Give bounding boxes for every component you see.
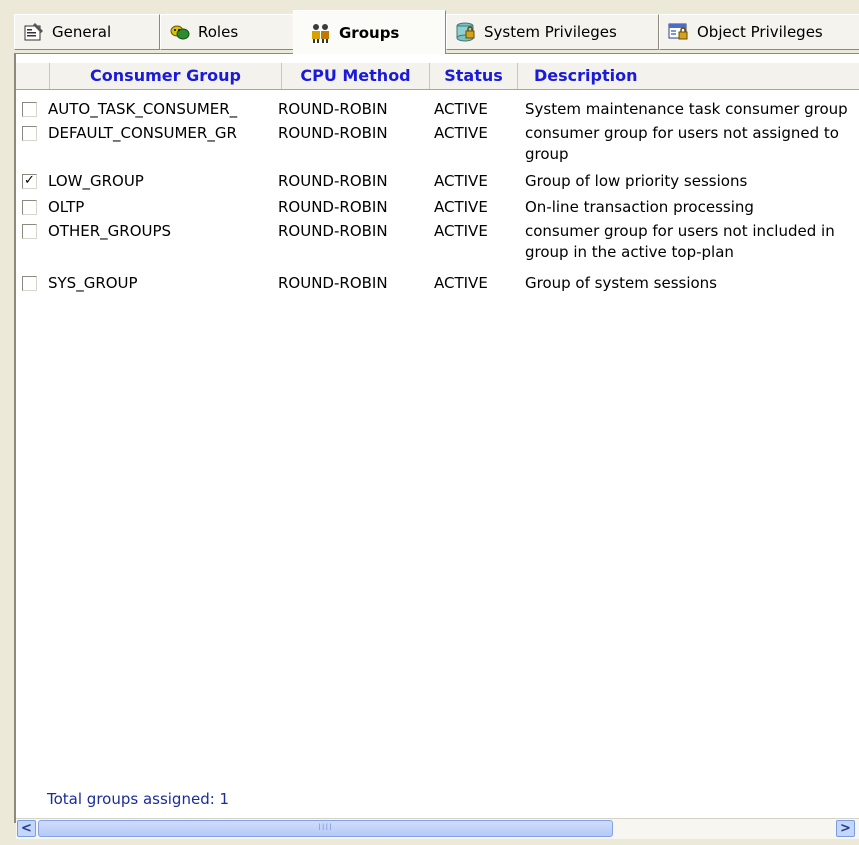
tab-general-label: General — [52, 23, 112, 41]
table-row[interactable]: ✓ LOW_GROUP ROUND-ROBIN ACTIVE Group of … — [16, 171, 859, 193]
chevron-left-icon: < — [21, 821, 32, 836]
cell-status: ACTIVE — [434, 274, 488, 292]
column-header-cpu-method[interactable]: CPU Method — [282, 63, 430, 89]
scrollbar-thumb[interactable]: IIII — [38, 820, 613, 837]
cell-consumer-group: LOW_GROUP — [48, 172, 144, 190]
row-checkbox[interactable] — [22, 102, 37, 117]
cell-consumer-group: OTHER_GROUPS — [48, 222, 172, 240]
cell-cpu-method: ROUND-ROBIN — [278, 222, 388, 240]
cell-cpu-method: ROUND-ROBIN — [278, 198, 388, 216]
column-header-status[interactable]: Status — [430, 63, 518, 89]
cell-consumer-group: OLTP — [48, 198, 85, 216]
cell-cpu-method: ROUND-ROBIN — [278, 172, 388, 190]
row-checkbox[interactable] — [22, 126, 37, 141]
row-checkbox[interactable] — [22, 200, 37, 215]
cell-description: consumer group for users not included in… — [525, 222, 835, 261]
tab-object-privileges[interactable]: Object Privileges — [659, 14, 859, 50]
cell-status: ACTIVE — [434, 198, 488, 216]
tab-roles[interactable]: Roles — [160, 14, 294, 50]
table-row[interactable]: OTHER_GROUPS ROUND-ROBIN ACTIVE consumer… — [16, 221, 859, 265]
object-privileges-icon — [668, 22, 690, 42]
column-header-description[interactable]: Description — [518, 63, 859, 89]
cell-description: On-line transaction processing — [525, 198, 754, 216]
tab-system-privileges-label: System Privileges — [484, 23, 617, 41]
groups-table: Consumer Group CPU Method Status Descrip… — [14, 53, 859, 823]
checkbox-column-header — [16, 63, 50, 89]
horizontal-scrollbar[interactable]: < IIII > — [16, 818, 859, 839]
scroll-right-button[interactable]: > — [836, 820, 855, 837]
tab-roles-label: Roles — [198, 23, 239, 41]
tab-object-privileges-label: Object Privileges — [697, 23, 823, 41]
row-checkbox-checked[interactable]: ✓ — [22, 174, 37, 189]
cell-consumer-group: SYS_GROUP — [48, 274, 138, 292]
cell-consumer-group: DEFAULT_CONSUMER_GR — [48, 124, 237, 142]
cell-description: Group of low priority sessions — [525, 172, 748, 190]
groups-tab-window: General Roles Groups System Privileges O… — [0, 0, 859, 845]
tab-system-privileges[interactable]: System Privileges — [446, 14, 659, 50]
cell-cpu-method: ROUND-ROBIN — [278, 274, 388, 292]
table-row[interactable]: OLTP ROUND-ROBIN ACTIVE On-line transact… — [16, 197, 859, 219]
scrollbar-grip: IIII — [318, 823, 333, 833]
cell-status: ACTIVE — [434, 124, 488, 142]
table-row[interactable]: SYS_GROUP ROUND-ROBIN ACTIVE Group of sy… — [16, 273, 859, 295]
cell-status: ACTIVE — [434, 100, 488, 118]
cell-status: ACTIVE — [434, 222, 488, 240]
cell-consumer-group: AUTO_TASK_CONSUMER_ — [48, 100, 238, 118]
cell-status: ACTIVE — [434, 172, 488, 190]
scroll-left-button[interactable]: < — [17, 820, 36, 837]
row-checkbox[interactable] — [22, 224, 37, 239]
cell-cpu-method: ROUND-ROBIN — [278, 100, 388, 118]
chevron-right-icon: > — [840, 821, 851, 836]
row-checkbox[interactable] — [22, 276, 37, 291]
cell-cpu-method: ROUND-ROBIN — [278, 124, 388, 142]
tab-general[interactable]: General — [14, 14, 160, 50]
total-groups-assigned: Total groups assigned: 1 — [47, 790, 230, 808]
table-header: Consumer Group CPU Method Status Descrip… — [16, 62, 859, 90]
cell-description: Group of system sessions — [525, 274, 717, 292]
cell-description: consumer group for users not assigned to… — [525, 124, 839, 163]
system-privileges-icon — [455, 22, 477, 42]
groups-icon — [310, 23, 332, 43]
general-properties-icon — [23, 22, 45, 42]
table-row[interactable]: DEFAULT_CONSUMER_GR ROUND-ROBIN ACTIVE c… — [16, 123, 859, 167]
column-header-consumer-group[interactable]: Consumer Group — [50, 63, 282, 89]
table-row[interactable]: AUTO_TASK_CONSUMER_ ROUND-ROBIN ACTIVE S… — [16, 99, 859, 121]
tab-groups[interactable]: Groups — [293, 10, 446, 54]
roles-icon — [169, 22, 191, 42]
tab-groups-label: Groups — [339, 23, 400, 42]
cell-description: System maintenance task consumer group — [525, 100, 848, 118]
